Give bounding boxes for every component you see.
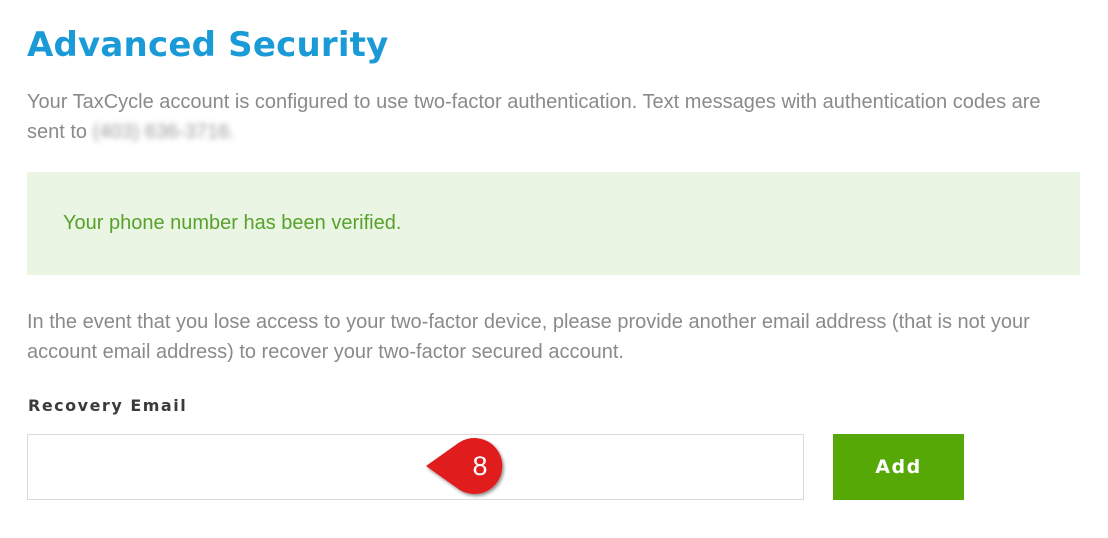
masked-phone-number: (403) 636-3716. xyxy=(92,121,235,143)
callout-number: 8 xyxy=(472,451,488,481)
add-button[interactable]: Add xyxy=(833,434,964,500)
intro-text: Your TaxCycle account is configured to u… xyxy=(27,87,1077,147)
alert-message: Your phone number has been verified. xyxy=(63,212,402,234)
page-title: Advanced Security xyxy=(27,25,389,65)
step-callout: 8 xyxy=(424,438,514,494)
recovery-email-input[interactable] xyxy=(27,434,804,500)
recovery-email-label: Recovery Email xyxy=(28,396,188,415)
success-alert: Your phone number has been verified. xyxy=(27,172,1080,275)
recovery-description: In the event that you lose access to you… xyxy=(27,311,1030,363)
